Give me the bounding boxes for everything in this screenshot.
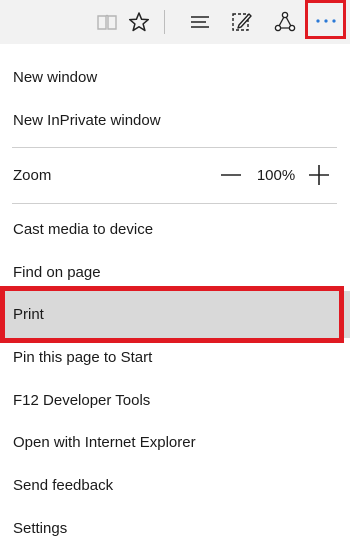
menu-item-pin-to-start[interactable]: Pin this page to Start (0, 336, 350, 378)
zoom-controls: 100% (220, 154, 330, 196)
menu-divider (12, 147, 337, 148)
book-icon[interactable] (93, 8, 121, 36)
menu-item-label: Open with Internet Explorer (13, 433, 196, 451)
menu-item-label: F12 Developer Tools (13, 391, 151, 409)
share-icon[interactable] (271, 8, 299, 36)
zoom-label: Zoom (13, 166, 52, 184)
menu-divider (12, 203, 337, 204)
menu-item-label: New window (13, 68, 98, 86)
more-dots-icon (315, 11, 337, 29)
pen-note-icon[interactable] (228, 8, 256, 36)
star-icon[interactable] (125, 8, 153, 36)
hub-lines-icon[interactable] (186, 8, 214, 36)
menu-item-cast-media[interactable]: Cast media to device (0, 208, 350, 250)
toolbar-separator (164, 10, 165, 34)
menu-item-f12-developer-tools[interactable]: F12 Developer Tools (0, 379, 350, 421)
menu-item-label: Print (13, 306, 44, 323)
menu-item-label: New InPrivate window (13, 111, 161, 129)
zoom-in-button[interactable] (308, 164, 330, 186)
more-actions-button[interactable] (305, 0, 346, 39)
menu-item-label: Find on page (13, 263, 101, 281)
menu-item-label: Settings (13, 519, 68, 537)
zoom-out-button[interactable] (220, 164, 242, 186)
menu-item-zoom: Zoom 100% (0, 154, 350, 196)
browser-toolbar (0, 0, 350, 44)
menu-item-send-feedback[interactable]: Send feedback (0, 464, 350, 506)
menu-item-label: Send feedback (13, 476, 114, 494)
menu-item-new-window[interactable]: New window (0, 56, 350, 98)
menu-item-print[interactable]: Print (0, 291, 350, 338)
zoom-value: 100% (256, 166, 296, 184)
menu-item-find-on-page[interactable]: Find on page (0, 251, 350, 293)
menu-item-label: Cast media to device (13, 220, 154, 238)
menu-item-settings[interactable]: Settings (0, 507, 350, 549)
more-actions-menu: New window New InPrivate window Zoom 100… (0, 44, 350, 559)
menu-item-label: Pin this page to Start (13, 348, 153, 366)
menu-item-new-inprivate-window[interactable]: New InPrivate window (0, 99, 350, 141)
menu-item-open-with-ie[interactable]: Open with Internet Explorer (0, 421, 350, 463)
